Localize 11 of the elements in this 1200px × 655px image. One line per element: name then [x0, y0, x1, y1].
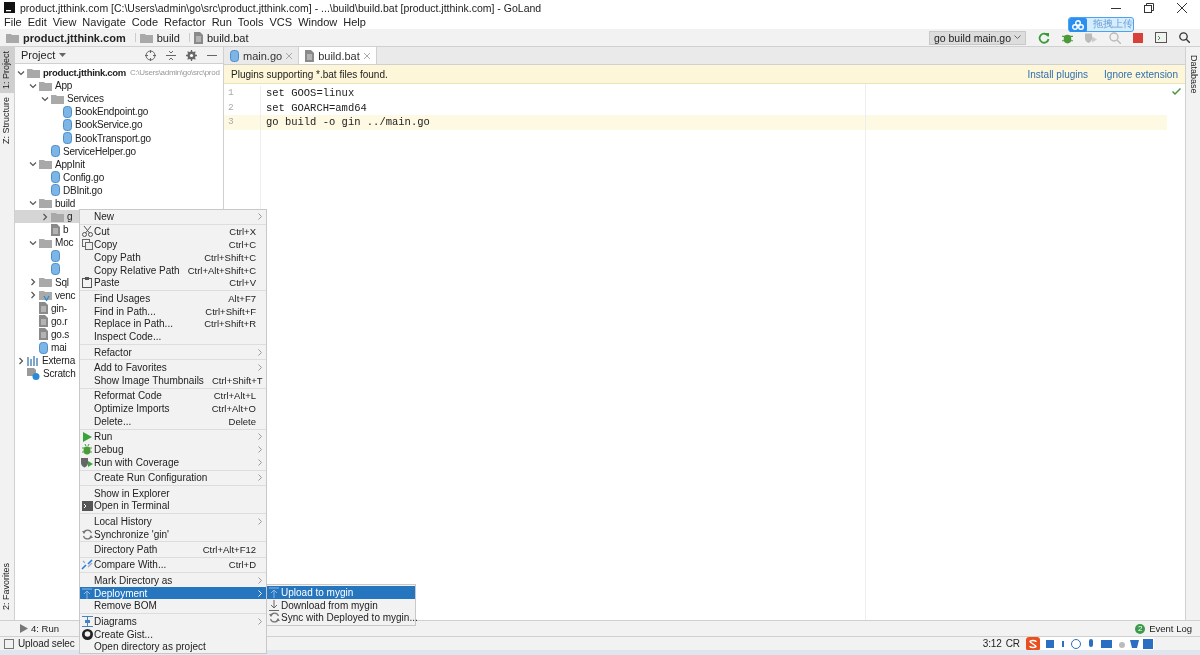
line-number: 2 [227, 100, 235, 115]
banner-text: Plugins supporting *.bat files found. [231, 68, 388, 80]
upload-label: 拖拽上传 [1093, 18, 1133, 31]
line-number: 1 [227, 86, 235, 100]
event-count: 2 [1135, 623, 1146, 634]
window-title: product.jtthink.com [C:\Users\admin\go\src\product.jtthink.com] - ...\build\build.bat [product.jtthink.com] - GoLand [20, 1, 542, 14]
path-hint: C:\Users\admin\go\src\prod [129, 68, 220, 78]
code-line: set GOARCH=amd64 [265, 100, 368, 115]
line-number: 3 [224, 115, 260, 130]
status-message: Upload selec [18, 638, 75, 649]
code-line: set GOOS=linux [265, 86, 356, 101]
